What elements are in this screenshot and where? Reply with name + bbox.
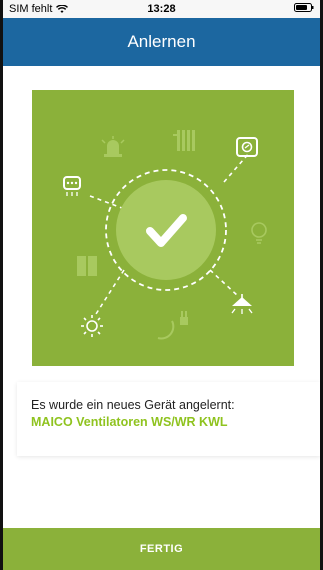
learned-device-card: Es wurde ein neues Gerät angelernt: MAIC… bbox=[17, 382, 320, 456]
nav-header: Anlernen bbox=[3, 18, 320, 66]
switch-icon bbox=[236, 137, 258, 157]
siren-icon bbox=[101, 136, 125, 157]
blinds-icon bbox=[77, 256, 97, 276]
carrier-indicator: SIM fehlt bbox=[9, 3, 69, 15]
center-circle bbox=[116, 180, 216, 280]
learning-illustration bbox=[32, 90, 294, 366]
device-network-graphic bbox=[63, 130, 267, 340]
ventilator-icon bbox=[63, 176, 81, 196]
page-title: Anlernen bbox=[127, 32, 196, 51]
device-name: MAICO Ventilatoren WS/WR KWL bbox=[31, 415, 228, 429]
sun-icon bbox=[81, 315, 103, 337]
plug-icon bbox=[157, 311, 188, 340]
radiator-icon bbox=[173, 130, 195, 151]
light-icon bbox=[231, 294, 253, 314]
status-bar: SIM fehlt 13:28 bbox=[3, 0, 320, 18]
wifi-icon bbox=[56, 4, 69, 13]
carrier-label: SIM fehlt bbox=[9, 3, 53, 15]
bulb-icon bbox=[251, 222, 267, 244]
done-button[interactable]: FERTIG bbox=[3, 528, 320, 570]
learned-message: Es wurde ein neues Gerät angelernt: bbox=[31, 398, 235, 412]
battery-icon bbox=[294, 3, 314, 15]
